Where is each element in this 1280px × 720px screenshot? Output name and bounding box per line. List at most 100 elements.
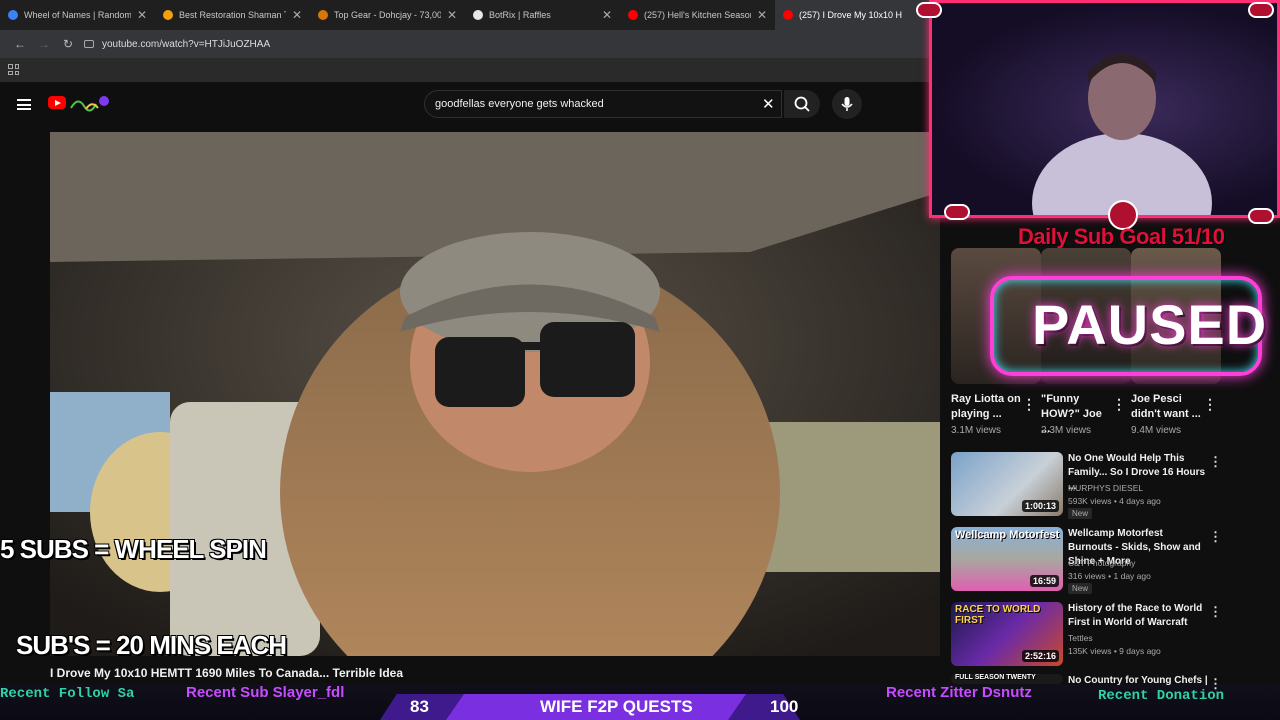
channel-name[interactable]: Tettles [1068, 633, 1093, 643]
channel-name[interactable]: C&T Photography [1068, 558, 1135, 568]
forward-arrow-icon[interactable]: → [32, 37, 56, 51]
thumbnail-text: Wellcamp Motorfest [955, 529, 1060, 541]
url-field[interactable]: youtube.com/watch?v=HTJiJuOZHAA [84, 39, 270, 50]
tab-favicon-icon [473, 10, 483, 20]
webcam-overlay [929, 0, 1280, 273]
cloud-decoration-icon [916, 2, 942, 18]
video-title[interactable]: History of the Race to World First in Wo… [1068, 602, 1208, 630]
goal-label: WIFE F2P QUESTS [540, 697, 693, 716]
youtube-doodle-icon[interactable] [68, 94, 110, 112]
cloud-decoration-icon [1248, 2, 1274, 18]
video-duration: 16:59 [1029, 575, 1059, 587]
video-meta: 135K views • 9 days ago [1068, 646, 1161, 656]
short-views: 2.3M views [1041, 425, 1092, 436]
streamer-image [1032, 53, 1212, 273]
apps-grid-icon[interactable] [8, 64, 19, 75]
video-meta: 593K views • 4 days ago [1068, 496, 1161, 506]
back-arrow-icon[interactable]: ← [8, 37, 32, 51]
recent-follow-ticker: Recent Follow Sa [0, 686, 135, 702]
cloud-decoration-icon [1248, 208, 1274, 224]
address-bar: ← → ↻ youtube.com/watch?v=HTJiJuOZHAA [0, 30, 930, 58]
video-duration: 1:00:13 [1021, 500, 1059, 512]
thumbnail-text: FULL SEASON TWENTY [955, 674, 1036, 681]
new-badge: New [1068, 508, 1093, 519]
recent-donation-ticker: Recent Donation [1098, 688, 1225, 704]
more-options-icon[interactable]: ⋮ [1209, 604, 1222, 620]
menu-icon[interactable] [17, 99, 31, 110]
video-thumbnail[interactable]: 1:00:13 [951, 452, 1063, 516]
video-thumbnail[interactable]: Wellcamp Motorfest 16:59 [951, 527, 1063, 591]
tab-favicon-icon [318, 10, 328, 20]
cloud-decoration-icon [944, 204, 970, 220]
browser-tab-active[interactable]: (257) I Drove My 10x10 H [775, 0, 930, 30]
tab-favicon-icon [8, 10, 18, 20]
browser-tab[interactable]: Top Gear - Dohcjay - 73,000 DP ✕ [310, 0, 465, 30]
recent-sub-ticker: Recent Sub Slayer_fdl [186, 684, 345, 701]
tab-label: (257) I Drove My 10x10 H [799, 10, 903, 20]
voice-search-button[interactable] [832, 89, 862, 119]
recent-zitter-ticker: Recent Zitter Dsnutz [886, 684, 1032, 701]
tab-close-icon[interactable]: ✕ [757, 8, 767, 22]
tab-favicon-icon [628, 10, 638, 20]
new-badge: New [1068, 583, 1093, 594]
tab-close-icon[interactable]: ✕ [447, 8, 457, 22]
recommended-video[interactable]: FULL SEASON TWENTY No Country for Young … [951, 674, 1231, 691]
recommended-video[interactable]: RACE TO WORLD FIRST 2:52:16 History of t… [951, 602, 1231, 670]
video-player[interactable] [50, 132, 940, 656]
tab-label: Best Restoration Shaman Talent [179, 10, 286, 20]
recommended-video[interactable]: Wellcamp Motorfest 16:59 Wellcamp Motorf… [951, 527, 1231, 595]
video-frame-image [50, 132, 940, 656]
url-text: youtube.com/watch?v=HTJiJuOZHAA [102, 38, 271, 50]
clear-search-icon[interactable]: ✕ [762, 95, 775, 113]
site-info-icon[interactable] [84, 40, 94, 48]
search-icon [794, 96, 810, 112]
tab-label: (257) Hell's Kitchen Season 18 [644, 10, 751, 20]
more-options-icon[interactable]: ⋮ [1209, 676, 1222, 692]
short-title[interactable]: Ray Liotta on playing ... [951, 392, 1021, 422]
video-meta: 316 views • 1 day ago [1068, 571, 1151, 581]
youtube-logo-icon[interactable] [48, 96, 66, 109]
wheel-spin-overlay: 5 SUBS = WHEEL SPIN [0, 534, 267, 564]
browser-tab[interactable]: (257) Hell's Kitchen Season 18 ✕ [620, 0, 775, 30]
screen: { "browser": { "tabs": [ {"label": "Whee… [0, 0, 1280, 720]
microphone-icon [841, 97, 853, 111]
more-options-icon[interactable]: ⋮ [1209, 454, 1222, 470]
tab-favicon-icon [783, 10, 793, 20]
tab-label: BotRix | Raffles [489, 10, 551, 20]
subs-time-overlay: SUB'S = 20 MINS EACH [16, 630, 287, 660]
video-thumbnail[interactable]: FULL SEASON TWENTY [951, 674, 1063, 684]
short-title[interactable]: Joe Pesci didn't want ... [1131, 392, 1201, 422]
more-options-icon[interactable]: ⋮ [1112, 396, 1126, 413]
bookmarks-bar [0, 58, 930, 82]
tab-label: Top Gear - Dohcjay - 73,000 DP [334, 10, 441, 20]
short-views: 3.1M views [951, 425, 1002, 436]
thumbnail-text: RACE TO WORLD FIRST [955, 604, 1041, 626]
browser-tab[interactable]: Wheel of Names | Random nam ✕ [0, 0, 155, 30]
tab-label: Wheel of Names | Random nam [24, 10, 131, 20]
tab-favicon-icon [163, 10, 173, 20]
video-thumbnail[interactable]: RACE TO WORLD FIRST 2:52:16 [951, 602, 1063, 666]
short-views: 9.4M views [1131, 425, 1182, 436]
video-title[interactable]: No Country for Young Chefs | [1068, 674, 1208, 688]
search-button[interactable] [784, 90, 820, 118]
channel-name[interactable]: MURPHYS DIESEL [1068, 483, 1143, 493]
goal-start-value: 83 [410, 697, 429, 716]
tab-close-icon[interactable]: ✕ [292, 8, 302, 22]
browser-tab[interactable]: Best Restoration Shaman Talent ✕ [155, 0, 310, 30]
reload-icon[interactable]: ↻ [56, 37, 80, 51]
goal-end-value: 100 [770, 697, 799, 716]
tab-close-icon[interactable]: ✕ [602, 8, 612, 22]
more-options-icon[interactable]: ⋮ [1203, 396, 1217, 413]
daily-sub-goal: Daily Sub Goal 51/10 [1018, 224, 1225, 249]
more-options-icon[interactable]: ⋮ [1022, 396, 1036, 413]
browser-tab-bar: Wheel of Names | Random nam ✕ Best Restor… [0, 0, 930, 30]
more-options-icon[interactable]: ⋮ [1209, 529, 1222, 545]
youtube-header: goodfellas everyone gets whacked ✕ [0, 82, 930, 128]
paused-label: PAUSED [1032, 293, 1268, 356]
tab-close-icon[interactable]: ✕ [137, 8, 147, 22]
video-title: I Drove My 10x10 HEMTT 1690 Miles To Can… [50, 666, 404, 680]
browser-tab[interactable]: BotRix | Raffles ✕ [465, 0, 620, 30]
recommended-video[interactable]: 1:00:13 No One Would Help This Family...… [951, 452, 1231, 520]
video-duration: 2:52:16 [1021, 650, 1059, 662]
search-input[interactable]: goodfellas everyone gets whacked [424, 90, 782, 118]
